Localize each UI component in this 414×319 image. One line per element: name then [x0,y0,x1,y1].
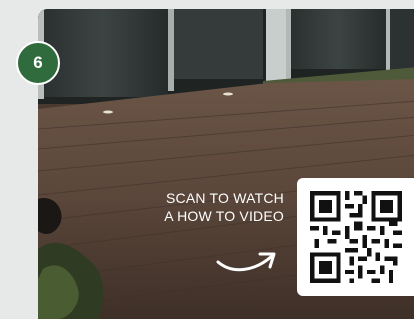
qr-code-panel[interactable] [297,178,414,296]
curved-arrow-right-icon [216,252,276,272]
scan-instruction-line-1: SCAN TO WATCH [166,190,284,206]
scan-instruction-line-2: A HOW TO VIDEO [164,208,284,224]
scan-instruction: SCAN TO WATCH A HOW TO VIDEO [118,189,284,225]
step-number-badge: 6 [16,41,60,85]
qr-code[interactable] [310,191,402,283]
